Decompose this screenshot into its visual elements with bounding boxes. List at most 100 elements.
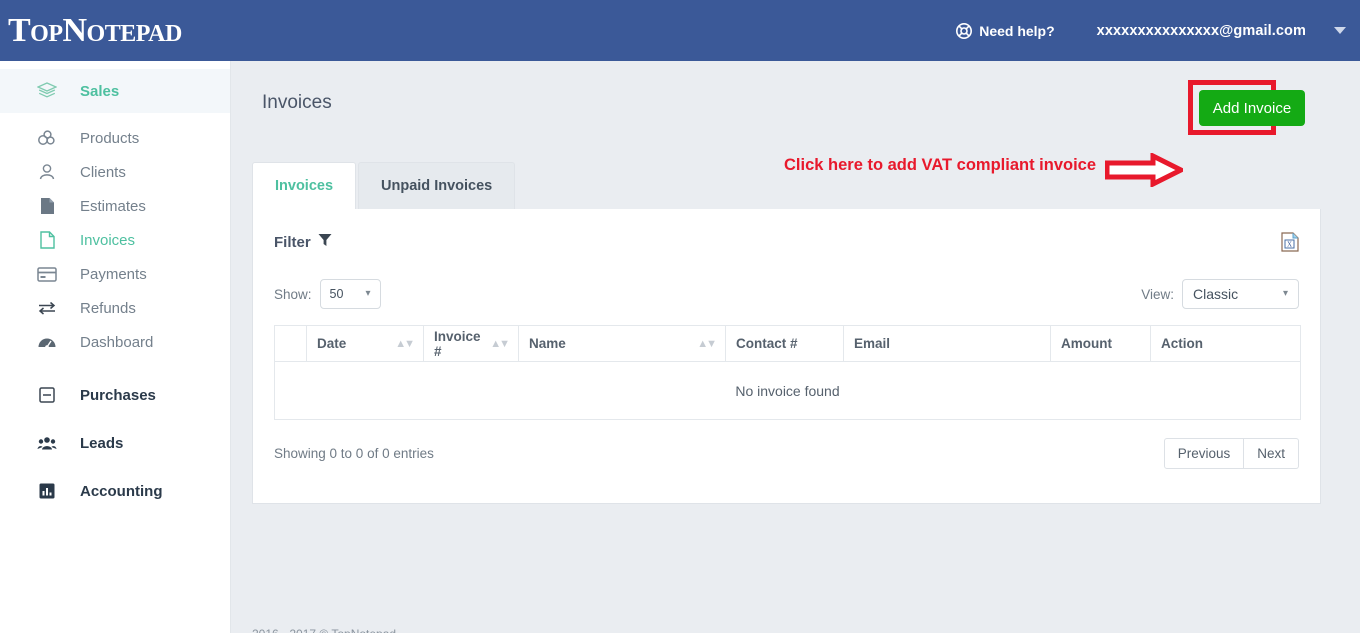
table-footer-row: Showing 0 to 0 of 0 entries Previous Nex… — [274, 438, 1299, 469]
funnel-icon[interactable] — [318, 233, 332, 252]
sidebar-item-accounting-label: Accounting — [80, 482, 163, 500]
table-col-amount-label: Amount — [1061, 336, 1112, 351]
layers-icon — [36, 82, 58, 100]
chevron-down-icon: ▾ — [1282, 288, 1288, 299]
app-logo[interactable]: TopNotepad — [8, 13, 182, 48]
sidebar-item-refunds[interactable]: Refunds — [0, 291, 230, 325]
table-header-row: Date ▲▼ Invoice # ▲▼ Name ▲▼ Contact # E… — [274, 325, 1301, 362]
table-col-name[interactable]: Name ▲▼ — [518, 325, 726, 362]
filter-label[interactable]: Filter — [274, 234, 311, 251]
table-col-contact-number-label: Contact # — [736, 336, 798, 351]
chevron-down-icon[interactable] — [1334, 27, 1346, 34]
sidebar-item-leads-label: Leads — [80, 434, 124, 452]
excel-export-icon[interactable]: X — [1281, 232, 1299, 252]
invoice-icon — [36, 231, 58, 249]
sidebar-item-estimates[interactable]: Estimates — [0, 189, 230, 223]
sort-icon: ▲▼ — [490, 337, 510, 350]
sidebar-item-purchases-label: Purchases — [80, 386, 156, 404]
table-col-invoice-number[interactable]: Invoice # ▲▼ — [423, 325, 519, 362]
sidebar-group-sales-label: Sales — [80, 82, 120, 100]
need-help-label: Need help? — [979, 22, 1055, 39]
table-col-invoice-number-label: Invoice # — [434, 328, 481, 359]
tab-bar: Invoices Unpaid Invoices — [252, 162, 1321, 209]
sidebar-item-refunds-label: Refunds — [80, 299, 136, 317]
view-select[interactable]: Classic ▾ — [1182, 279, 1299, 309]
table-col-select — [274, 325, 307, 362]
view-label: View: — [1141, 286, 1174, 302]
sidebar-item-products[interactable]: Products — [0, 121, 230, 155]
table-col-email: Email — [843, 325, 1051, 362]
add-invoice-button[interactable]: Add Invoice — [1199, 90, 1305, 126]
show-entries-value: 50 — [329, 287, 344, 301]
filter-row: Filter X — [274, 227, 1299, 257]
users-icon — [36, 436, 58, 451]
table-body: No invoice found — [274, 361, 1301, 420]
sort-icon: ▲▼ — [697, 337, 717, 350]
sidebar-item-accounting[interactable]: Accounting — [0, 471, 230, 511]
copyright-text: 2016 - 2017 © TopNotepad — [252, 627, 396, 633]
show-entries-label: Show: — [274, 286, 312, 302]
gauge-icon — [36, 334, 58, 350]
table-col-contact-number: Contact # — [725, 325, 844, 362]
pagination: Previous Next — [1163, 438, 1299, 469]
invoices-table: Date ▲▼ Invoice # ▲▼ Name ▲▼ Contact # E… — [274, 325, 1301, 420]
user-icon — [36, 163, 58, 181]
sidebar-item-invoices-label: Invoices — [80, 231, 136, 249]
table-col-action: Action — [1150, 325, 1301, 362]
card-icon — [36, 266, 58, 282]
life-ring-icon — [956, 22, 973, 39]
sidebar-item-payments[interactable]: Payments — [0, 257, 230, 291]
table-col-email-label: Email — [854, 336, 891, 351]
sort-icon: ▲▼ — [395, 337, 415, 350]
table-controls-row: Show: 50 ▾ View: Classic ▾ — [274, 279, 1299, 309]
user-email-label[interactable]: xxxxxxxxxxxxxxx@gmail.com — [1097, 23, 1306, 39]
table-empty-row: No invoice found — [274, 361, 1301, 420]
table-col-action-label: Action — [1161, 336, 1203, 351]
app-root: TopNotepad Need help? xxxxxxxxxxxxxxx@gm… — [0, 0, 1360, 633]
next-page-button[interactable]: Next — [1244, 438, 1299, 469]
sidebar-item-dashboard[interactable]: Dashboard — [0, 325, 230, 359]
svg-text:X: X — [1287, 241, 1292, 249]
main-content: Invoices Click here to add VAT compliant… — [231, 61, 1360, 633]
previous-page-button[interactable]: Previous — [1163, 438, 1245, 469]
sidebar-item-payments-label: Payments — [80, 265, 147, 283]
entries-info: Showing 0 to 0 of 0 entries — [274, 446, 434, 461]
table-col-name-label: Name — [529, 336, 566, 351]
sidebar-item-invoices[interactable]: Invoices — [0, 223, 230, 257]
exchange-icon — [36, 301, 58, 315]
sidebar-item-purchases[interactable]: Purchases — [0, 375, 230, 415]
show-entries-select[interactable]: 50 ▾ — [319, 279, 381, 309]
tab-invoices-label: Invoices — [275, 178, 334, 194]
sidebar-item-leads[interactable]: Leads — [0, 423, 230, 463]
sidebar-top-spacer — [0, 61, 230, 69]
products-icon — [36, 130, 58, 146]
table-col-date-label: Date — [317, 336, 347, 351]
table-empty-message: No invoice found — [274, 361, 1301, 420]
sidebar-item-estimates-label: Estimates — [80, 197, 146, 215]
panel-body: Filter X Show: 50 ▾ View: Classic ▾ Date… — [252, 209, 1321, 504]
invoices-panel: Invoices Unpaid Invoices Filter X Show: … — [252, 162, 1321, 504]
sidebar-group-sales[interactable]: Sales — [0, 69, 230, 113]
sidebar-item-dashboard-label: Dashboard — [80, 333, 154, 351]
view-controls: View: Classic ▾ — [1141, 279, 1299, 309]
document-icon — [36, 197, 58, 215]
sidebar-item-clients[interactable]: Clients — [0, 155, 230, 189]
table-col-date[interactable]: Date ▲▼ — [306, 325, 424, 362]
bar-chart-icon — [36, 483, 58, 499]
page-title: Invoices — [262, 92, 332, 113]
view-value: Classic — [1193, 286, 1239, 302]
minus-square-icon — [36, 387, 58, 403]
table-header: Date ▲▼ Invoice # ▲▼ Name ▲▼ Contact # E… — [274, 325, 1301, 362]
need-help-link[interactable]: Need help? — [956, 22, 1055, 39]
tab-invoices[interactable]: Invoices — [252, 162, 357, 209]
sidebar: Sales Products Clients Estimates Invoice… — [0, 61, 231, 633]
sidebar-item-clients-label: Clients — [80, 163, 126, 181]
header-right-cluster: Need help? xxxxxxxxxxxxxxx@gmail.com — [956, 23, 1360, 39]
chevron-down-icon: ▾ — [365, 288, 371, 299]
table-col-amount: Amount — [1050, 325, 1151, 362]
tab-unpaid-invoices[interactable]: Unpaid Invoices — [358, 162, 516, 209]
